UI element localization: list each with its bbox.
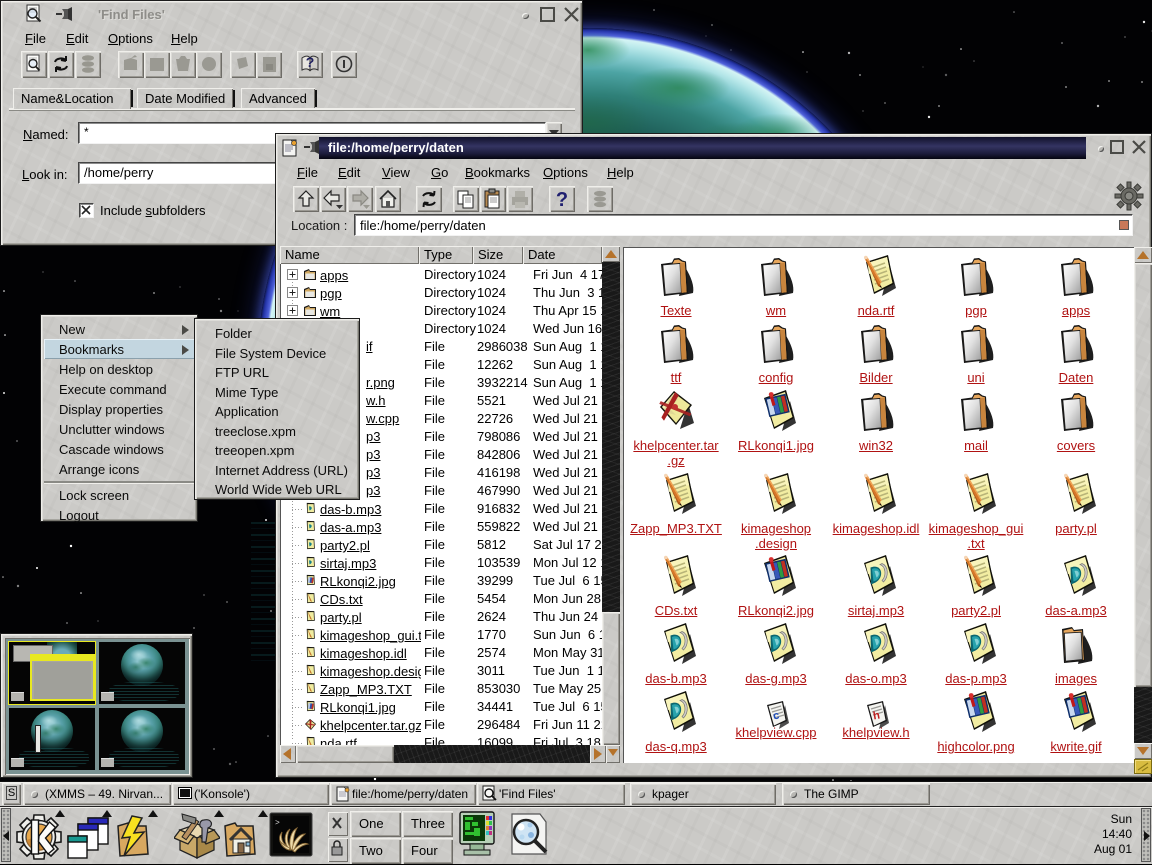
svg-text:?: ? [556, 189, 568, 211]
svg-text:?: ? [306, 54, 315, 70]
svg-text:>: > [275, 819, 280, 828]
